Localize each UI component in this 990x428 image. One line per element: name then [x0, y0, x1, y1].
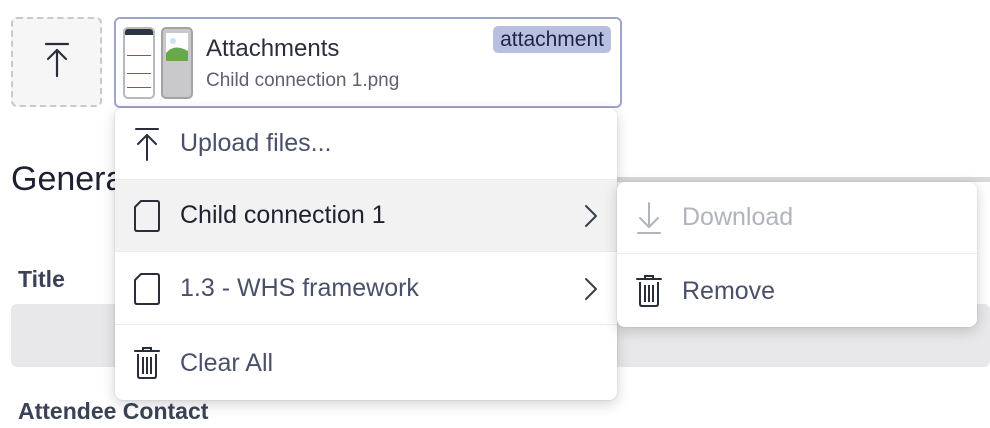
chevron-right-icon: [581, 277, 601, 301]
download-icon: [633, 200, 665, 236]
document-icon: [131, 271, 163, 307]
upload-icon: [42, 40, 72, 85]
attachment-thumbnail: [123, 27, 155, 99]
upload-dropzone-button[interactable]: [11, 17, 102, 107]
menu-item-label: Upload files...: [180, 129, 332, 157]
section-title: General: [11, 160, 132, 198]
image-thumbnail-icon: [161, 27, 193, 99]
attachment-type-badge: attachment: [493, 26, 611, 53]
trash-icon: [633, 273, 665, 309]
submenu-item-remove[interactable]: Remove: [617, 255, 977, 327]
attachments-menu: Upload files... Child connection 1 1.3 -…: [115, 108, 617, 400]
attachment-filename: Child connection 1.png: [206, 70, 400, 91]
submenu-item-label: Remove: [682, 276, 776, 305]
attachments-card[interactable]: Attachments Child connection 1.png attac…: [114, 17, 622, 108]
menu-item-upload-files[interactable]: Upload files...: [115, 108, 617, 180]
menu-item-clear-all[interactable]: Clear All: [115, 327, 617, 399]
attachment-submenu: Download Remove: [617, 182, 977, 327]
document-icon: [131, 198, 163, 234]
chevron-right-icon: [581, 204, 601, 228]
trash-icon: [131, 345, 163, 381]
upload-icon: [131, 126, 163, 162]
menu-item-label: 1.3 - WHS framework: [180, 274, 419, 302]
menu-item-label: Child connection 1: [180, 201, 386, 229]
submenu-item-download: Download: [617, 182, 977, 254]
attachments-title: Attachments: [206, 35, 340, 62]
attendee-contact-label: Attendee Contact: [18, 398, 209, 424]
menu-item-child-connection-1[interactable]: Child connection 1: [115, 180, 617, 252]
title-label: Title: [18, 266, 65, 292]
menu-item-label: Clear All: [180, 348, 274, 377]
submenu-item-label: Download: [682, 203, 794, 231]
menu-item-whs-framework[interactable]: 1.3 - WHS framework: [115, 253, 617, 325]
